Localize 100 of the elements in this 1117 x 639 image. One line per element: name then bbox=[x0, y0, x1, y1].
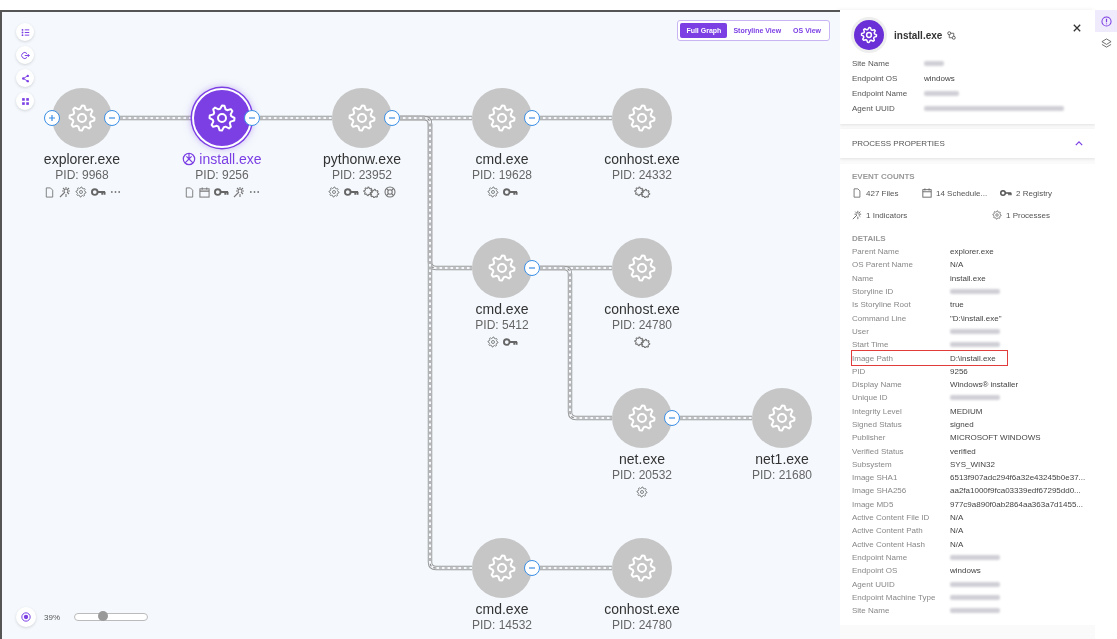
gear-icon bbox=[74, 186, 87, 198]
detail-value: windows bbox=[950, 566, 981, 576]
close-icon bbox=[1073, 24, 1081, 32]
process-node[interactable] bbox=[612, 88, 672, 148]
gear-icon bbox=[992, 210, 1002, 220]
calendar-icon bbox=[199, 186, 210, 198]
detail-label: Verified Status bbox=[852, 446, 905, 456]
detail-label: Display Name bbox=[852, 380, 903, 390]
process-pid: PID: 24780 bbox=[611, 318, 672, 332]
process-pid: PID: 23952 bbox=[331, 168, 392, 182]
process-node[interactable] bbox=[472, 538, 532, 598]
process-pid: PID: 14532 bbox=[471, 618, 532, 632]
gear-icon bbox=[487, 103, 517, 133]
exit-button[interactable] bbox=[16, 46, 34, 64]
process-name: conhost.exe bbox=[604, 601, 680, 617]
process-name: net.exe bbox=[619, 451, 665, 467]
list-icon bbox=[20, 27, 30, 37]
detail-label: Storyline ID bbox=[852, 287, 895, 297]
more-icon bbox=[249, 190, 260, 194]
detail-value: D:\install.exe bbox=[950, 353, 996, 363]
gear-icon bbox=[487, 553, 517, 583]
process-pid: PID: 24332 bbox=[611, 168, 672, 182]
fit-button[interactable] bbox=[16, 92, 34, 110]
collapse-button[interactable] bbox=[384, 110, 400, 126]
key-icon bbox=[90, 187, 106, 197]
detail-value: "D:\install.exe" bbox=[950, 313, 1002, 323]
process-name: pythonw.exe bbox=[323, 151, 401, 167]
detail-label: Image SHA256 bbox=[852, 486, 908, 496]
process-name: conhost.exe bbox=[604, 301, 680, 317]
detail-label: Is Storyline Root bbox=[852, 300, 912, 310]
info-label: Agent UUID bbox=[852, 104, 896, 113]
process-name: conhost.exe bbox=[604, 151, 680, 167]
info-label: Endpoint OS bbox=[852, 74, 899, 83]
detail-value: SYS_WIN32 bbox=[950, 459, 995, 469]
center-button[interactable] bbox=[16, 607, 36, 627]
expand-button[interactable] bbox=[44, 110, 60, 126]
share-icon bbox=[20, 73, 30, 83]
gears-icon bbox=[363, 186, 380, 198]
process-node[interactable] bbox=[192, 88, 252, 148]
gear-icon bbox=[860, 26, 878, 44]
gear-icon bbox=[627, 103, 657, 133]
grid-icon bbox=[20, 96, 30, 106]
share-button[interactable] bbox=[16, 69, 34, 87]
process-node[interactable] bbox=[752, 388, 812, 448]
collapse-button[interactable] bbox=[244, 110, 260, 126]
detail-value: 6513f907adc294f6a32e43245b0e37... bbox=[950, 473, 1086, 483]
collapse-button[interactable] bbox=[524, 260, 540, 276]
zoom-level: 39% bbox=[44, 612, 60, 622]
detail-value: verified bbox=[950, 446, 976, 456]
collapse-button[interactable] bbox=[524, 110, 540, 126]
list-button[interactable] bbox=[16, 23, 34, 41]
collapse-button[interactable] bbox=[104, 110, 120, 126]
process-pid: PID: 21680 bbox=[751, 468, 812, 482]
key-icon bbox=[1000, 189, 1012, 197]
process-name: explorer.exe bbox=[43, 151, 121, 167]
key-icon bbox=[502, 337, 518, 347]
info-label: Site Name bbox=[852, 59, 891, 68]
close-button[interactable] bbox=[1071, 22, 1083, 34]
process-node[interactable] bbox=[332, 88, 392, 148]
slider-thumb[interactable] bbox=[98, 611, 109, 621]
sparkle-icon bbox=[852, 210, 862, 220]
gears-icon bbox=[633, 186, 651, 198]
detail-value: true bbox=[950, 300, 964, 310]
gear-icon bbox=[328, 186, 340, 198]
process-name: net1.exe bbox=[755, 451, 809, 467]
event-count: 1 Indicators bbox=[866, 210, 908, 220]
section-header[interactable]: PROCESS PROPERTIES bbox=[840, 129, 1095, 158]
plus-icon bbox=[46, 112, 58, 124]
detail-value: install.exe bbox=[950, 273, 986, 283]
info-icon bbox=[1100, 15, 1112, 27]
detail-value: N/A bbox=[950, 260, 964, 270]
section-title: PROCESS PROPERTIES bbox=[852, 139, 945, 148]
process-node[interactable] bbox=[612, 238, 672, 298]
key-icon bbox=[502, 187, 518, 197]
detail-label: Endpoint Name bbox=[852, 552, 909, 562]
detail-label: Agent UUID bbox=[852, 579, 896, 589]
detail-label: Endpoint OS bbox=[852, 566, 899, 576]
process-node[interactable] bbox=[472, 88, 532, 148]
process-node[interactable] bbox=[612, 388, 672, 448]
detail-value: explorer.exe bbox=[950, 247, 994, 257]
collapse-button[interactable] bbox=[524, 560, 540, 576]
detail-label: Active Content Path bbox=[852, 526, 924, 536]
detail-label: Integrity Level bbox=[852, 406, 903, 416]
process-node[interactable] bbox=[612, 538, 672, 598]
process-node[interactable] bbox=[472, 238, 532, 298]
zoom-slider[interactable] bbox=[74, 613, 148, 621]
detail-label: Start Time bbox=[852, 340, 890, 350]
lifebuoy-icon bbox=[384, 186, 396, 198]
process-name: install.exe bbox=[199, 151, 262, 167]
process-pid: PID: 9256 bbox=[195, 168, 249, 182]
collapse-button[interactable] bbox=[664, 410, 680, 426]
gear-icon bbox=[347, 103, 377, 133]
info-label: Endpoint Name bbox=[852, 89, 909, 98]
detail-label: Signed Status bbox=[852, 420, 903, 429]
gear-icon bbox=[486, 186, 499, 198]
detail-label: Endpoint Machine Type bbox=[852, 592, 937, 602]
gear-icon bbox=[627, 403, 657, 433]
event-count: 14 Schedule... bbox=[936, 188, 988, 198]
process-name: cmd.exe bbox=[475, 601, 529, 617]
info-tab[interactable] bbox=[1095, 10, 1117, 32]
